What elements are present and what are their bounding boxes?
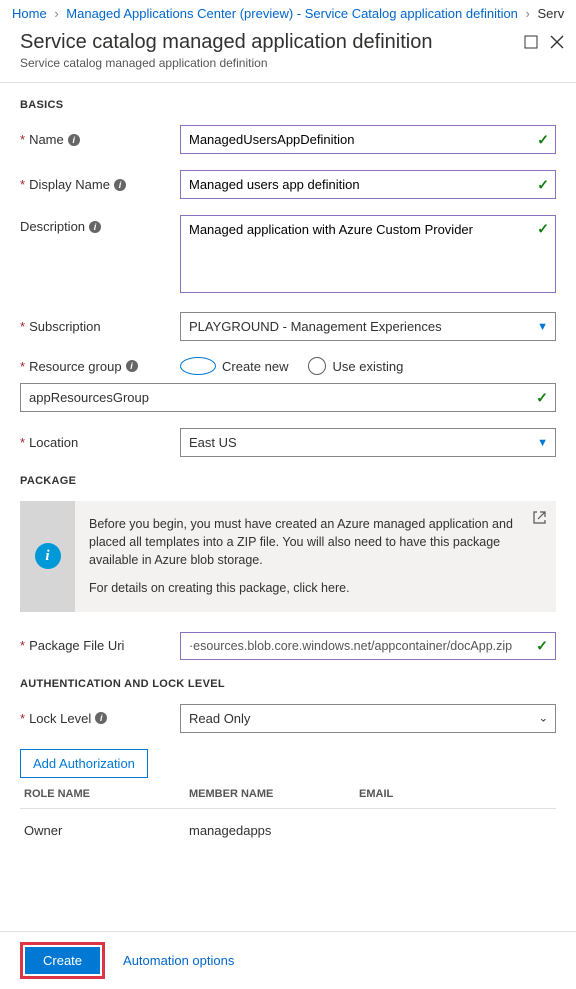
displayname-input[interactable] xyxy=(180,170,556,199)
info-icon: i xyxy=(35,543,61,569)
resourcegroup-label: Resource group xyxy=(29,359,122,374)
page-subtitle: Service catalog managed application defi… xyxy=(0,56,576,78)
maximize-icon[interactable] xyxy=(524,35,538,52)
locklevel-select[interactable]: Read Only xyxy=(180,704,556,733)
add-authorization-button[interactable]: Add Authorization xyxy=(20,749,148,778)
section-auth: AUTHENTICATION AND LOCK LEVEL xyxy=(20,678,556,690)
info-icon[interactable]: i xyxy=(89,221,101,233)
check-icon: ✓ xyxy=(537,176,549,193)
info-icon[interactable]: i xyxy=(68,134,80,146)
external-link-icon[interactable] xyxy=(533,511,546,529)
location-select[interactable]: East US xyxy=(180,428,556,457)
location-label: Location xyxy=(29,435,78,450)
radio-create-new[interactable]: Create new xyxy=(180,357,288,375)
info-icon[interactable]: i xyxy=(114,179,126,191)
description-label: Description xyxy=(20,219,85,234)
create-button[interactable]: Create xyxy=(25,947,100,974)
create-highlight: Create xyxy=(20,942,105,979)
col-role: ROLE NAME xyxy=(24,788,189,800)
page-title: Service catalog managed application defi… xyxy=(20,31,524,54)
check-icon: ✓ xyxy=(536,389,548,406)
subscription-select[interactable]: PLAYGROUND - Management Experiences xyxy=(180,312,556,341)
col-email: EMAIL xyxy=(359,788,552,800)
description-input[interactable]: Managed application with Azure Custom Pr… xyxy=(180,215,556,293)
close-icon[interactable] xyxy=(550,35,564,52)
info-box: i Before you begin, you must have create… xyxy=(20,501,556,612)
cell-email xyxy=(359,823,552,838)
breadcrumb: Home › Managed Applications Center (prev… xyxy=(0,0,576,27)
info-icon[interactable]: i xyxy=(126,360,138,372)
chevron-right-icon: › xyxy=(526,6,530,21)
breadcrumb-home[interactable]: Home xyxy=(12,6,47,21)
displayname-label: Display Name xyxy=(29,177,110,192)
automation-options-link[interactable]: Automation options xyxy=(123,953,234,968)
subscription-label: Subscription xyxy=(29,319,101,334)
radio-use-existing[interactable]: Use existing xyxy=(308,357,403,375)
cell-member: managedapps xyxy=(189,823,359,838)
check-icon: ✓ xyxy=(537,131,549,148)
name-input[interactable] xyxy=(180,125,556,154)
section-package: PACKAGE xyxy=(20,475,556,487)
name-label: Name xyxy=(29,132,64,147)
info-text-2: For details on creating this package, cl… xyxy=(89,579,526,597)
breadcrumb-center[interactable]: Managed Applications Center (preview) - … xyxy=(66,6,518,21)
col-member: MEMBER NAME xyxy=(189,788,359,800)
table-row: Owner managedapps xyxy=(20,809,556,852)
info-icon[interactable]: i xyxy=(95,712,107,724)
check-icon: ✓ xyxy=(536,637,548,654)
chevron-right-icon: › xyxy=(54,6,58,21)
resourcegroup-input[interactable]: appResourcesGroup xyxy=(29,390,149,405)
cell-role: Owner xyxy=(24,823,189,838)
locklevel-label: Lock Level xyxy=(29,711,91,726)
section-basics: BASICS xyxy=(20,99,556,111)
packageuri-input[interactable]: ·esources.blob.core.windows.net/appconta… xyxy=(180,632,556,660)
check-icon: ✓ xyxy=(537,221,549,238)
info-text-1: Before you begin, you must have created … xyxy=(89,515,526,569)
breadcrumb-truncated: Serv xyxy=(538,6,565,21)
packageuri-label: Package File Uri xyxy=(29,638,124,653)
